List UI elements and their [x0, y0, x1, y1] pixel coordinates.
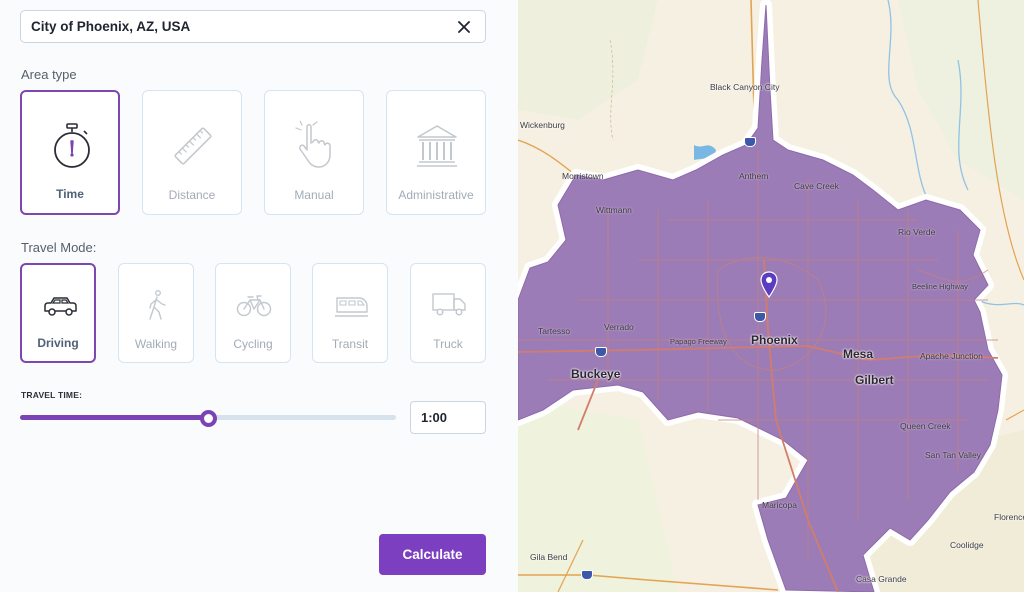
travel-time-input[interactable]: [410, 401, 486, 434]
map-label-coolidge: Coolidge: [950, 540, 984, 550]
map-label-gila-bend: Gila Bend: [530, 552, 568, 562]
isochrone-settings-panel: Area type Time Distance Manual: [0, 0, 518, 592]
train-icon: [335, 297, 368, 317]
ruler-icon: [174, 127, 212, 165]
map-label-queen-creek: Queen Creek: [900, 421, 951, 431]
map-label-florence: Florence: [994, 512, 1024, 522]
map-view[interactable]: Black Canyon City Wickenburg Morristown …: [518, 0, 1024, 592]
travel-mode-truck-option[interactable]: Truck: [410, 263, 486, 363]
travel-mode-transit-option[interactable]: Transit: [312, 263, 388, 363]
travel-mode-driving-label: Driving: [37, 336, 79, 350]
map-label-mesa: Mesa: [843, 347, 874, 361]
travel-mode-walking-label: Walking: [134, 337, 178, 351]
slider-thumb[interactable]: [200, 410, 217, 427]
travel-time-slider[interactable]: [20, 410, 396, 427]
area-type-label: Area type: [21, 67, 77, 82]
map-label-gilbert: Gilbert: [855, 373, 894, 387]
travel-mode-driving-option[interactable]: Driving: [20, 263, 96, 363]
map-label-beeline-highway: Beeline Highway: [912, 282, 968, 291]
area-type-distance-label: Distance: [168, 188, 216, 202]
truck-icon: [432, 293, 466, 316]
walking-person-icon: [149, 290, 166, 320]
map-label-anthem: Anthem: [739, 171, 769, 181]
area-type-administrative-label: Administrative: [398, 188, 474, 202]
interstate-17-shield: [744, 137, 756, 147]
area-type-manual-option[interactable]: Manual: [264, 90, 364, 215]
area-type-administrative-option[interactable]: Administrative: [386, 90, 486, 215]
map-label-wickenburg: Wickenburg: [520, 120, 565, 130]
map-label-papago-freeway: Papago Freeway: [670, 337, 727, 346]
map-label-cave-creek: Cave Creek: [794, 181, 839, 191]
location-search-field[interactable]: [20, 10, 486, 43]
travel-mode-label: Travel Mode:: [21, 240, 97, 255]
interstate-10-shield: [595, 347, 607, 357]
travel-mode-transit-label: Transit: [331, 337, 369, 351]
area-type-time-label: Time: [56, 187, 84, 201]
travel-time-label: TRAVEL TIME:: [21, 390, 83, 400]
clear-search-icon[interactable]: [455, 18, 473, 36]
area-type-distance-option[interactable]: Distance: [142, 90, 242, 215]
stopwatch-icon: [54, 123, 90, 168]
map-label-morristown: Morristown: [562, 171, 604, 181]
slider-fill: [20, 415, 208, 420]
travel-mode-walking-option[interactable]: Walking: [118, 263, 194, 363]
travel-mode-cycling-option[interactable]: Cycling: [215, 263, 291, 363]
map-label-rio-verde: Rio Verde: [898, 227, 936, 237]
area-type-manual-label: Manual: [294, 188, 334, 202]
area-type-time-option[interactable]: Time: [20, 90, 120, 215]
map-label-tartesso: Tartesso: [538, 326, 571, 336]
map-label-maricopa: Maricopa: [762, 500, 797, 510]
map-label-apache-junction: Apache Junction: [920, 351, 983, 361]
map-label-wittmann: Wittmann: [596, 205, 632, 215]
bicycle-icon: [236, 295, 272, 317]
location-search-input[interactable]: [31, 19, 455, 34]
map-label-phoenix: Phoenix: [751, 333, 798, 347]
map-label-verrado: Verrado: [604, 322, 634, 332]
travel-mode-cycling-label: Cycling: [233, 337, 273, 351]
calculate-button[interactable]: Calculate: [379, 534, 486, 575]
interstate-17-shield: [754, 312, 766, 322]
location-pin-icon[interactable]: [760, 271, 778, 298]
interstate-8-shield: [581, 570, 593, 580]
government-building-icon: [417, 125, 457, 167]
travel-mode-truck-label: Truck: [433, 337, 463, 351]
map-label-buckeye: Buckeye: [571, 367, 621, 381]
map-label-casa-grande: Casa Grande: [856, 574, 907, 584]
map-label-black-canyon-city: Black Canyon City: [710, 82, 780, 92]
hand-pointer-icon: [295, 121, 331, 168]
map-label-san-tan-valley: San Tan Valley: [925, 450, 981, 460]
car-icon: [44, 297, 77, 316]
